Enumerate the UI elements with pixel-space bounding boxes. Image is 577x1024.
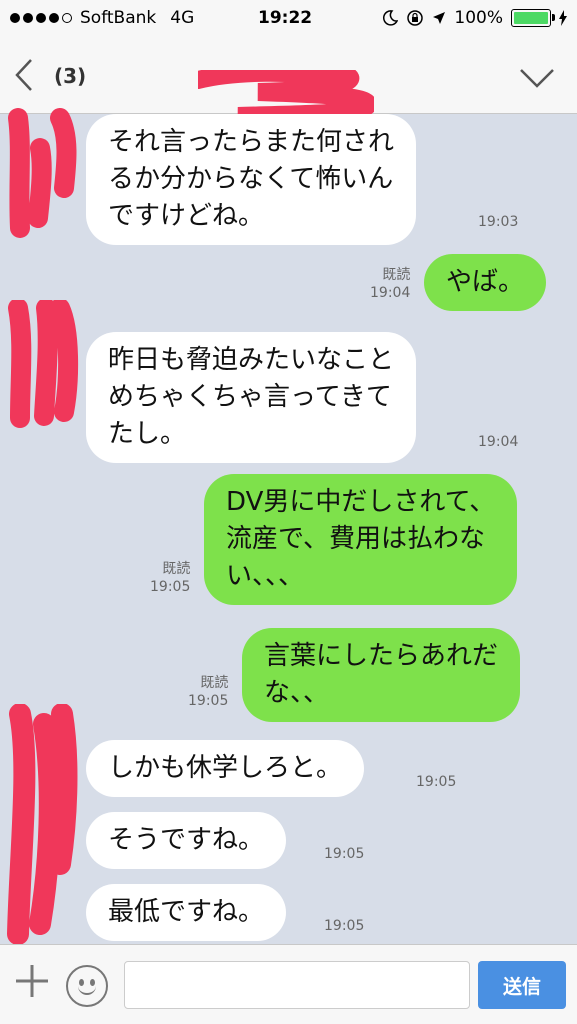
rotation-lock-icon bbox=[407, 10, 424, 26]
message-time: 19:03 bbox=[478, 214, 519, 230]
chevron-down-icon[interactable] bbox=[519, 62, 555, 97]
message-input-bar: 送信 bbox=[0, 944, 577, 1024]
read-receipt: 既読 19:05 bbox=[188, 675, 229, 709]
status-bar: SoftBank 4G 19:22 100% bbox=[0, 0, 577, 40]
plus-icon[interactable] bbox=[14, 963, 50, 1006]
message-time: 19:05 bbox=[324, 846, 365, 862]
message-input[interactable] bbox=[124, 961, 470, 1009]
message-time: 19:05 bbox=[416, 774, 457, 790]
carrier-label: SoftBank bbox=[80, 8, 157, 28]
outgoing-message-bubble[interactable]: 言葉にしたらあれだ な、、 bbox=[242, 628, 521, 722]
incoming-message-bubble[interactable]: それ言ったらまた何され るか分からなくて怖いん ですけどね。 bbox=[86, 114, 417, 245]
network-label: 4G bbox=[170, 8, 195, 28]
outgoing-message-bubble[interactable]: やば。 bbox=[424, 254, 547, 311]
incoming-message-bubble[interactable]: 昨日も脅迫みたいなこと めちゃくちゃ言ってきて たし。 bbox=[86, 332, 417, 463]
battery-icon bbox=[511, 9, 555, 27]
charging-icon bbox=[559, 10, 567, 26]
chevron-left-icon[interactable] bbox=[14, 58, 34, 98]
send-button[interactable]: 送信 bbox=[478, 961, 566, 1009]
smiley-icon[interactable] bbox=[66, 965, 108, 1007]
message-list: それ言ったらまた何され るか分からなくて怖いん ですけどね。 19:03 既読 … bbox=[0, 108, 577, 944]
outgoing-message-bubble[interactable]: DV男に中だしされて、 流産で、費用は払わな い、、、 bbox=[204, 474, 518, 605]
read-receipt: 既読 19:05 bbox=[150, 561, 191, 595]
incoming-message-bubble[interactable]: そうですね。 bbox=[86, 812, 287, 869]
signal-dots-icon bbox=[10, 13, 72, 23]
message-time: 19:04 bbox=[478, 434, 519, 450]
chat-header: (3) bbox=[0, 40, 577, 138]
battery-percent: 100% bbox=[454, 8, 503, 28]
incoming-message-bubble[interactable]: 最低ですね。 bbox=[86, 884, 287, 941]
redacted-avatar bbox=[8, 108, 77, 238]
status-time: 19:22 bbox=[258, 8, 313, 28]
location-icon bbox=[433, 12, 446, 24]
read-receipt: 既読 19:04 bbox=[370, 267, 411, 301]
redacted-avatar bbox=[7, 704, 78, 944]
member-count: (3) bbox=[54, 64, 87, 88]
redacted-avatar bbox=[8, 300, 79, 428]
incoming-message-bubble[interactable]: しかも休学しろと。 bbox=[86, 740, 365, 797]
message-time: 19:05 bbox=[324, 918, 365, 934]
moon-icon bbox=[383, 10, 399, 26]
